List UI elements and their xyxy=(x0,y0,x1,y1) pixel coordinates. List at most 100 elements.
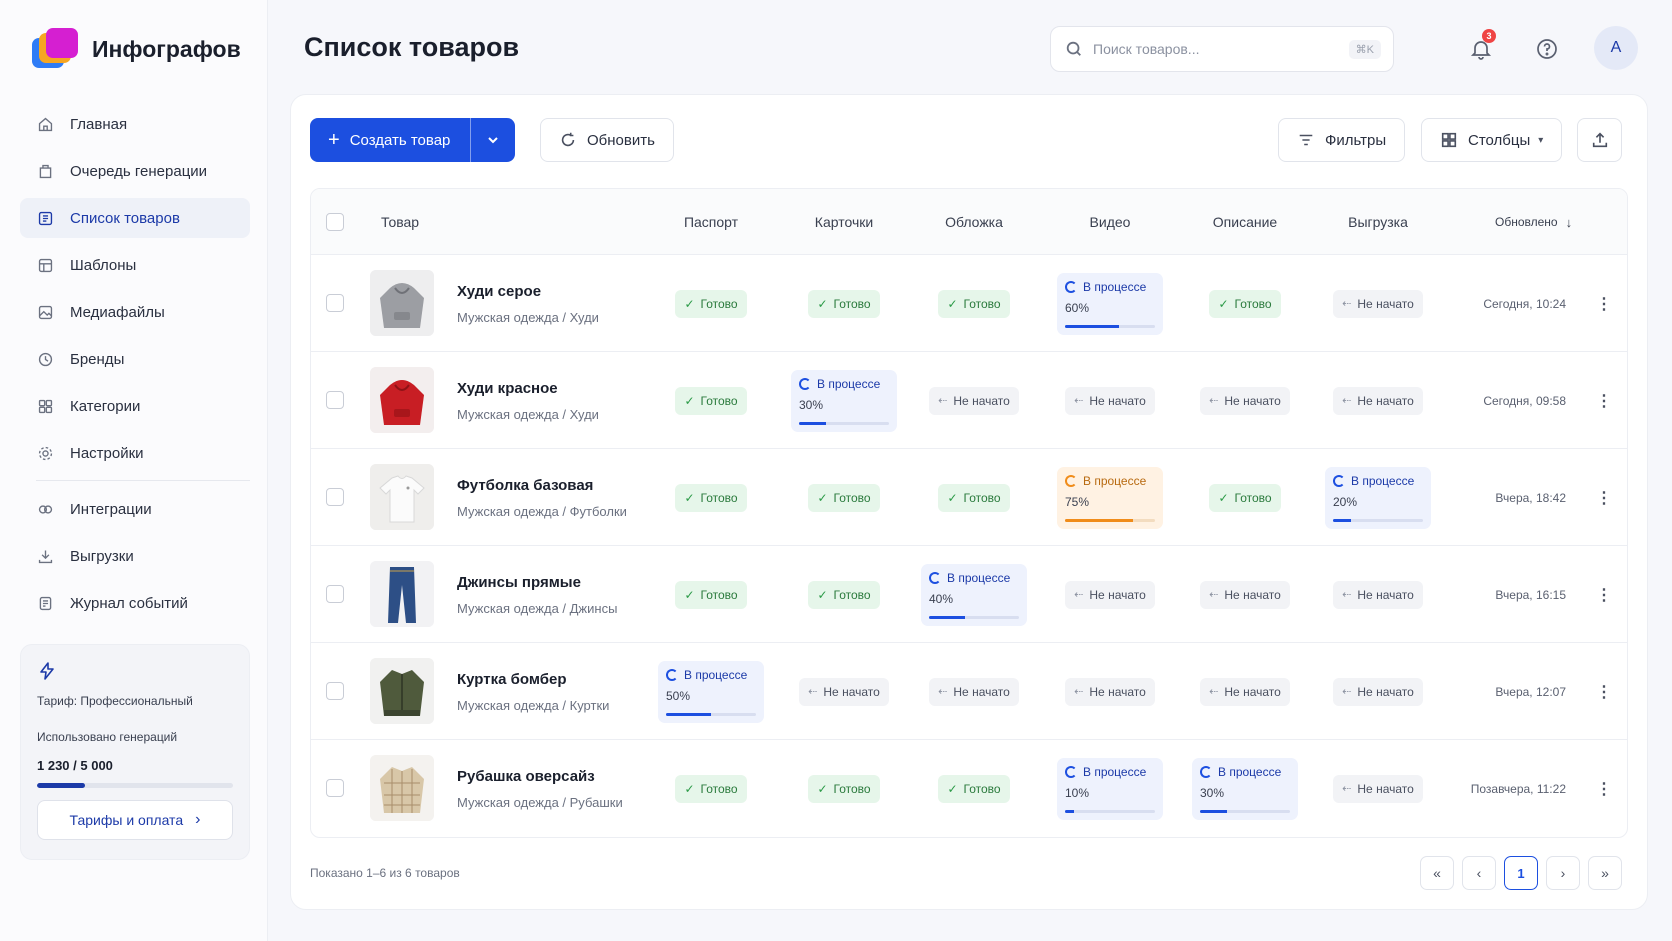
check-icon: ✓ xyxy=(947,490,958,505)
status-label: Не начато xyxy=(1224,684,1281,699)
sidebar-item-integrations[interactable]: Интеграции xyxy=(20,489,250,529)
row-checkbox[interactable] xyxy=(326,779,344,797)
usage-progress-fill xyxy=(37,783,86,788)
columns-button[interactable]: Столбцы ▾ xyxy=(1421,118,1563,162)
row-menu-button[interactable]: ⋮ xyxy=(1594,487,1614,509)
page-title: Список товаров xyxy=(304,32,520,62)
notifications-button[interactable]: 3 xyxy=(1462,29,1500,68)
prev-page-button[interactable]: ‹ xyxy=(1462,856,1496,890)
arrow-left-icon: ⇠ xyxy=(1209,589,1219,601)
sidebar-item-product-list[interactable]: Список товаров xyxy=(20,198,250,238)
row-menu-button[interactable]: ⋮ xyxy=(1594,778,1614,800)
create-options-dropdown[interactable] xyxy=(470,118,515,162)
search-input[interactable] xyxy=(1093,41,1333,57)
status-label: Не начато xyxy=(953,393,1010,408)
table-row[interactable]: Худи красное Мужская одежда / Худи ✓ Готово… xyxy=(311,352,1627,449)
plans-billing-button[interactable]: Тарифы и оплата › xyxy=(37,800,233,840)
arrow-left-icon: ⇠ xyxy=(1074,395,1084,407)
product-thumbnail[interactable] xyxy=(370,270,434,336)
product-name[interactable]: Футболка базовая xyxy=(457,477,593,494)
column-header-passport[interactable]: Паспорт xyxy=(656,189,766,255)
progress-fill xyxy=(929,615,965,619)
status-badge-not-started: ⇠ Не начато xyxy=(1333,580,1423,609)
last-page-button[interactable]: » xyxy=(1588,856,1622,890)
select-all-checkbox[interactable] xyxy=(326,213,344,231)
sidebar-item-templates[interactable]: Шаблоны xyxy=(20,245,250,285)
filters-button[interactable]: Фильтры xyxy=(1278,118,1406,162)
sidebar-item-media[interactable]: Медиафайлы xyxy=(20,292,250,332)
spinner-icon xyxy=(1065,280,1077,293)
sidebar-item-event-log[interactable]: Журнал событий xyxy=(20,583,250,623)
spinner-icon xyxy=(1200,765,1212,778)
row-checkbox[interactable] xyxy=(326,682,344,700)
create-product-button[interactable]: + Создать товар xyxy=(310,118,470,162)
status-cell-export: ⇠ Не начато xyxy=(1318,546,1438,643)
product-thumbnail[interactable] xyxy=(370,658,434,724)
column-header-updated[interactable]: Обновлено ↓ xyxy=(1495,189,1572,255)
refresh-icon xyxy=(561,132,575,147)
sidebar-item-exports[interactable]: Выгрузки xyxy=(20,536,250,576)
row-menu-button[interactable]: ⋮ xyxy=(1594,390,1614,412)
first-page-button[interactable]: « xyxy=(1420,856,1454,890)
column-header-cover[interactable]: Обложка xyxy=(914,189,1034,255)
row-checkbox[interactable] xyxy=(326,585,344,603)
product-name[interactable]: Джинсы прямые xyxy=(457,574,581,591)
refresh-button[interactable]: Обновить xyxy=(540,118,674,162)
status-cell-video: В процессе 75% xyxy=(1050,449,1170,546)
row-menu-button[interactable]: ⋮ xyxy=(1594,681,1614,703)
status-badge-done: ✓ Готово xyxy=(938,774,1010,803)
row-menu-button[interactable]: ⋮ xyxy=(1594,584,1614,606)
column-header-product[interactable]: Товар xyxy=(381,189,419,255)
status-badge-in-progress: В процессе 60% xyxy=(1057,272,1163,335)
row-menu-button[interactable]: ⋮ xyxy=(1594,293,1614,315)
more-vertical-icon: ⋮ xyxy=(1596,393,1612,410)
status-badge-not-started: ⇠ Не начато xyxy=(1333,774,1423,803)
export-button[interactable] xyxy=(1577,118,1622,162)
search-box[interactable]: ⌘K xyxy=(1050,26,1394,72)
spinner-icon xyxy=(799,377,811,390)
sidebar-item-settings[interactable]: Настройки xyxy=(20,433,250,473)
arrow-left-icon: ⇠ xyxy=(1074,589,1084,601)
page-button-current[interactable]: 1 xyxy=(1504,856,1538,890)
table-row[interactable]: Джинсы прямые Мужская одежда / Джинсы ✓ Гот… xyxy=(311,546,1627,643)
row-checkbox[interactable] xyxy=(326,391,344,409)
column-header-video[interactable]: Видео xyxy=(1050,189,1170,255)
log-icon xyxy=(36,594,54,612)
app-logo[interactable]: Инфографов xyxy=(32,28,241,70)
sidebar-item-queue[interactable]: Очередь генерации xyxy=(20,151,250,191)
products-table: Товар Паспорт Карточки Обложка Видео Опи… xyxy=(310,188,1628,838)
avatar[interactable]: A xyxy=(1594,26,1638,70)
sidebar-item-brands[interactable]: Бренды xyxy=(20,339,250,379)
product-thumbnail[interactable] xyxy=(370,367,434,433)
product-thumbnail[interactable] xyxy=(370,561,434,627)
status-cell-description: ✓ Готово xyxy=(1185,255,1305,352)
status-cell-cards: ⇠ Не начато xyxy=(784,643,904,740)
sidebar-item-home[interactable]: Главная xyxy=(20,104,250,144)
product-name[interactable]: Худи серое xyxy=(457,283,541,300)
spinner-icon xyxy=(1333,474,1345,487)
table-header: Товар Паспорт Карточки Обложка Видео Опи… xyxy=(311,189,1627,255)
table-row[interactable]: Худи серое Мужская одежда / Худи ✓ Готово ✓ Г… xyxy=(311,255,1627,352)
column-header-export[interactable]: Выгрузка xyxy=(1318,189,1438,255)
progress-percent: 20% xyxy=(1333,494,1358,509)
table-row[interactable]: Куртка бомбер Мужская одежда / Куртки В пр… xyxy=(311,643,1627,740)
table-row[interactable]: Рубашка оверсайз Мужская одежда / Рубашки… xyxy=(311,740,1627,837)
column-header-cards[interactable]: Карточки xyxy=(784,189,904,255)
row-checkbox[interactable] xyxy=(326,488,344,506)
help-button[interactable] xyxy=(1528,30,1566,68)
product-thumbnail[interactable] xyxy=(370,464,434,530)
status-cell-cards: ✓ Готово xyxy=(784,740,904,837)
integration-icon xyxy=(36,500,54,518)
table-row[interactable]: Футболка базовая Мужская одежда / Футболк… xyxy=(311,449,1627,546)
product-thumbnail[interactable] xyxy=(370,755,434,821)
status-cell-passport: В процессе 50% xyxy=(651,643,771,740)
status-cell-cover: ⇠ Не начато xyxy=(914,352,1034,449)
product-name[interactable]: Рубашка оверсайз xyxy=(457,768,595,785)
status-label: Не начато xyxy=(1089,587,1146,602)
product-name[interactable]: Худи красное xyxy=(457,380,558,397)
column-header-description[interactable]: Описание xyxy=(1185,189,1305,255)
next-page-button[interactable]: › xyxy=(1546,856,1580,890)
sidebar-item-categories[interactable]: Категории xyxy=(20,386,250,426)
row-checkbox[interactable] xyxy=(326,294,344,312)
product-name[interactable]: Куртка бомбер xyxy=(457,671,567,688)
